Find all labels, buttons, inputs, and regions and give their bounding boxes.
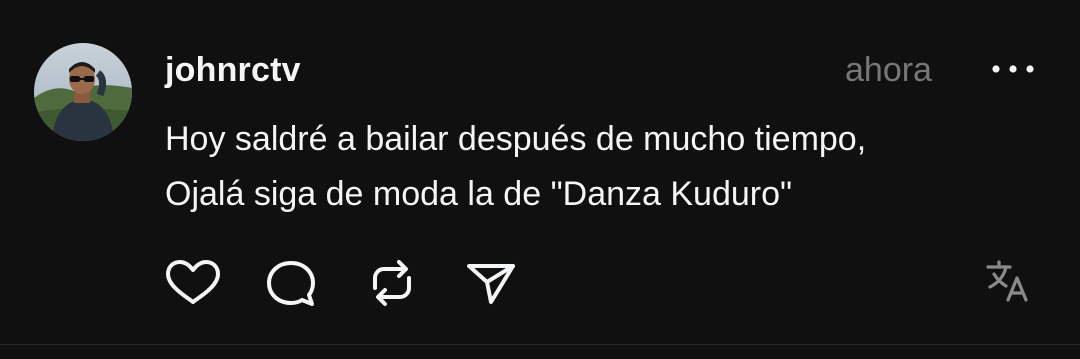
thread-post: johnrctv ahora Hoy saldré a bailar despu… — [0, 0, 1080, 359]
avatar[interactable] — [34, 43, 132, 141]
like-button[interactable] — [163, 258, 223, 308]
more-horizontal-icon — [992, 65, 1034, 73]
comment-icon — [267, 261, 315, 306]
post-text: Hoy saldré a bailar después de mucho tie… — [165, 112, 1045, 222]
share-button[interactable] — [463, 258, 523, 308]
username[interactable]: johnrctv — [165, 50, 301, 90]
comment-button[interactable] — [263, 258, 323, 308]
avatar-photo — [34, 43, 132, 141]
post-text-line: Hoy saldré a bailar después de mucho tie… — [165, 120, 867, 158]
post-text-line: Ojalá siga de moda la de "Danza Kuduro" — [165, 175, 793, 213]
divider — [0, 344, 1080, 345]
repost-icon — [373, 260, 411, 306]
heart-icon — [166, 260, 220, 304]
repost-button[interactable] — [363, 258, 423, 308]
more-options-button[interactable] — [986, 52, 1040, 86]
translate-button[interactable] — [984, 258, 1036, 304]
timestamp: ahora — [845, 51, 932, 89]
share-icon — [467, 264, 515, 304]
translate-icon — [986, 260, 1028, 302]
